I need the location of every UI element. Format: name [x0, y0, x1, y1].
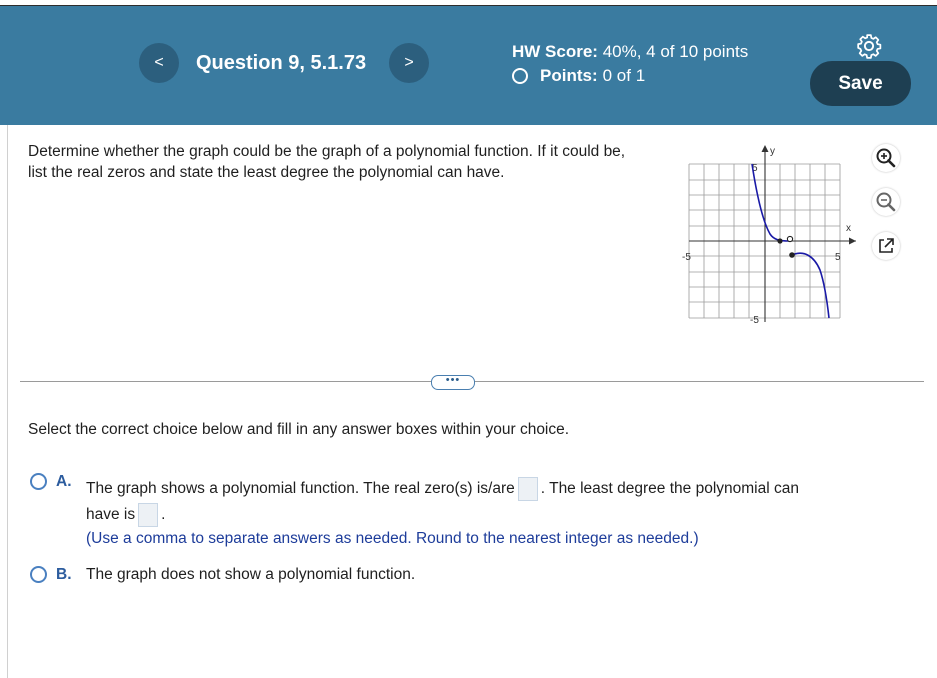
- more-options-button[interactable]: •••: [431, 375, 475, 390]
- choice-b-letter: B.: [56, 566, 72, 583]
- least-degree-answer-box[interactable]: [138, 503, 159, 527]
- hw-score-label: HW Score:: [512, 42, 598, 61]
- y-tick-neg: -5: [750, 315, 759, 325]
- chevron-right-icon: >: [404, 54, 414, 71]
- zoom-out-icon: [876, 192, 896, 212]
- x-tick-pos: 5: [835, 252, 841, 263]
- x-axis-label: x: [846, 223, 851, 234]
- polynomial-graph: x y -5 5 5 -5: [682, 145, 856, 325]
- choice-a-note: (Use a comma to separate answers as need…: [86, 530, 699, 547]
- choice-a-text-4: .: [161, 506, 166, 524]
- instructions-text: Select the correct choice below and fill…: [28, 421, 570, 438]
- choice-a-text: The graph shows a polynomial function. T…: [86, 474, 886, 503]
- closed-point: [789, 252, 795, 258]
- open-point: [786, 235, 794, 243]
- save-button[interactable]: Save: [810, 61, 911, 106]
- points-value: 0 of 1: [602, 66, 646, 85]
- chevron-left-icon: <: [154, 54, 164, 71]
- question-title: Question 9, 5.1.73: [196, 52, 367, 74]
- external-link-icon: [879, 238, 894, 253]
- zoom-out-button[interactable]: [872, 188, 900, 216]
- points-status-icon: [512, 68, 528, 84]
- y-axis-arrow-icon: [761, 145, 769, 152]
- choice-a-line-2: have is.: [86, 503, 165, 527]
- closed-point: [777, 238, 783, 244]
- real-zeros-answer-box[interactable]: [517, 476, 538, 501]
- y-axis-label: y: [770, 146, 775, 157]
- choice-b-radio[interactable]: [30, 566, 47, 583]
- question-text: Determine whether the graph could be the…: [28, 143, 626, 181]
- points: Points: 0 of 1: [512, 66, 645, 86]
- next-question-button[interactable]: >: [389, 43, 429, 83]
- header-bar: < Question 9, 5.1.73 > HW Score: 40%, 4 …: [0, 6, 937, 125]
- hw-score-value: 40%, 4 of 10 points: [602, 42, 749, 61]
- choice-a-text-2: . The least degree the polynomial can: [540, 480, 799, 497]
- x-axis-arrow-icon: [849, 237, 856, 245]
- left-border: [7, 125, 8, 678]
- x-tick-neg: -5: [682, 252, 691, 263]
- choice-b-text: The graph does not show a polynomial fun…: [86, 566, 416, 583]
- choice-a-text-3: have is: [86, 506, 136, 524]
- choice-a-radio[interactable]: [30, 473, 47, 490]
- choice-a-letter: A.: [56, 473, 72, 490]
- popout-button[interactable]: [872, 232, 900, 260]
- zoom-in-button[interactable]: [872, 144, 900, 172]
- settings-gear-icon[interactable]: [856, 33, 882, 59]
- zoom-in-icon: [876, 148, 896, 168]
- choice-a-text-1: The graph shows a polynomial function. T…: [86, 480, 515, 497]
- points-label: Points:: [540, 66, 598, 85]
- previous-question-button[interactable]: <: [139, 43, 179, 83]
- hw-score: HW Score: 40%, 4 of 10 points: [512, 42, 748, 62]
